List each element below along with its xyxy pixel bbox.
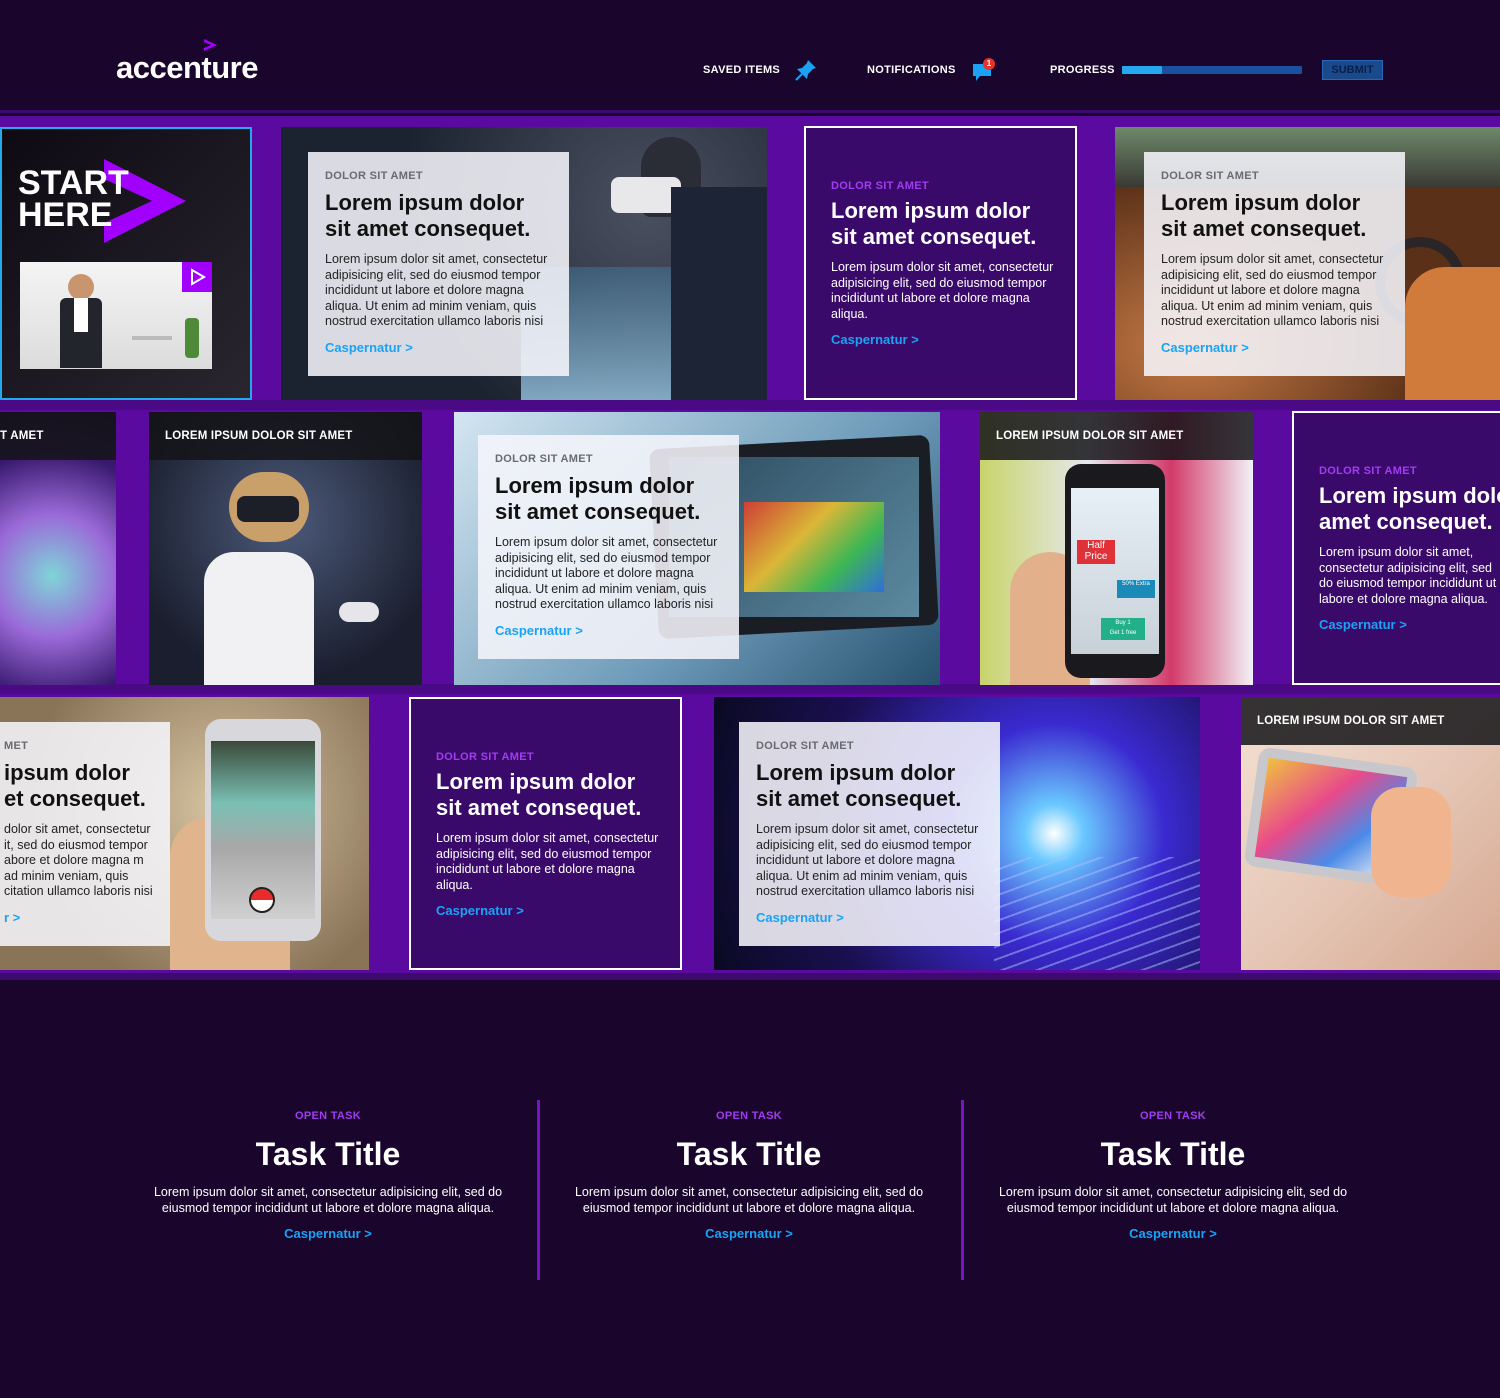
pin-icon[interactable]: [794, 58, 818, 82]
card-kicker: DOLOR SIT AMET: [495, 453, 593, 465]
card-kicker: DOLOR SIT AMET: [325, 170, 423, 182]
bogo-badge: Buy 1 Get 1 free: [1101, 618, 1145, 640]
content-tile-vr-girl[interactable]: LOREM IPSUM DOLOR SIT AMET: [149, 412, 422, 685]
task-link[interactable]: Caspernatur >: [1129, 1226, 1217, 1241]
open-task-card: OPEN TASK Task Title Lorem ipsum dolor s…: [963, 1110, 1383, 1243]
card-link[interactable]: Caspernatur >: [495, 623, 723, 638]
task-title: Task Title: [1100, 1136, 1246, 1172]
tile-label: LOREM IPSUM DOLOR SIT AMET: [1241, 697, 1500, 745]
card-body: dolor sit amet, consectetur it, sed do e…: [4, 822, 153, 898]
card-heading: Lorem ipsum dolor sit amet consequet.: [1161, 190, 1367, 241]
task-link[interactable]: Caspernatur >: [705, 1226, 793, 1241]
content-card: MET ipsum dolor et consequet. dolor sit …: [0, 722, 170, 946]
card-body: Lorem ipsum dolor sit amet, consectetur …: [325, 252, 548, 328]
content-tile-car[interactable]: DOLOR SIT AMET Lorem ipsum dolor sit ame…: [1115, 127, 1500, 400]
content-card: DOLOR SIT AMET Lorem ipsum dolor sit ame…: [739, 722, 1000, 946]
content-tile-dark[interactable]: DOLOR SIT AMET Lorem ipsum dolor sit ame…: [1292, 411, 1500, 685]
card-link[interactable]: Caspernatur >: [436, 903, 660, 918]
smartphone: [205, 719, 321, 941]
card-link[interactable]: Caspernatur >: [756, 910, 984, 925]
notification-badge: 1: [983, 58, 995, 70]
card-heading: Lorem ipsum dolor sit amet consequet.: [325, 190, 531, 241]
task-body: Lorem ipsum dolor sit amet, consectetur …: [153, 1185, 503, 1215]
card-body: Lorem ipsum dolor sit amet, consectetur …: [436, 831, 659, 892]
card-link[interactable]: r >: [4, 910, 154, 925]
ad-text: Price: [1084, 551, 1108, 562]
card-link[interactable]: Caspernatur >: [1319, 617, 1500, 632]
card-body: Lorem ipsum dolor sit amet, consectetur …: [495, 535, 718, 611]
card-body: Lorem ipsum dolor sit amet, consectetur …: [756, 822, 979, 898]
card-heading: Lorem ipsum dolor sit amet consequet.: [1319, 483, 1500, 534]
accenture-chevron-icon: [204, 39, 217, 51]
ad-text: Buy 1: [1115, 620, 1131, 626]
task-kicker: OPEN TASK: [294, 1110, 362, 1122]
card-body: Lorem ipsum dolor sit amet, consectetur …: [1319, 545, 1497, 606]
start-here-tile[interactable]: START HERE: [0, 127, 252, 400]
extra-badge: 50% Extra: [1117, 580, 1155, 598]
content-tile-drawing[interactable]: LOREM IPSUM DOLOR SIT AMET: [1241, 697, 1500, 970]
here-line: HERE: [18, 196, 113, 234]
card-body: Lorem ipsum dolor sit amet, consectetur …: [1161, 252, 1384, 328]
content-tile-ar-tablet[interactable]: DOLOR SIT AMET Lorem ipsum dolor sit ame…: [454, 412, 940, 685]
play-button[interactable]: [182, 262, 212, 292]
content-card: DOLOR SIT AMET Lorem ipsum dolor sit ame…: [308, 152, 569, 376]
progress-bar: [1122, 66, 1302, 74]
play-icon: [191, 268, 206, 286]
task-link[interactable]: Caspernatur >: [284, 1226, 372, 1241]
notifications-label[interactable]: NOTIFICATIONS: [867, 64, 956, 76]
card-link[interactable]: Caspernatur >: [1161, 340, 1389, 355]
content-card: DOLOR SIT AMET Lorem ipsum dolor sit ame…: [1144, 152, 1405, 376]
content-tile-phone-game[interactable]: MET ipsum dolor et consequet. dolor sit …: [0, 697, 369, 970]
board-bottom-edge: [0, 973, 1500, 980]
content-card: DOLOR SIT AMET Lorem ipsum dolor sit ame…: [478, 435, 739, 659]
ad-text: Half: [1087, 540, 1105, 551]
accenture-logo[interactable]: accenture: [116, 50, 258, 86]
row-divider: [0, 400, 1500, 410]
submit-button[interactable]: SUBMIT: [1322, 60, 1383, 80]
app-header: accenture SAVED ITEMS NOTIFICATIONS 1 PR…: [0, 0, 1500, 113]
card-kicker: DOLOR SIT AMET: [436, 751, 534, 763]
open-task-card: OPEN TASK Task Title Lorem ipsum dolor s…: [118, 1110, 538, 1243]
task-title: Task Title: [255, 1136, 401, 1172]
card-kicker: DOLOR SIT AMET: [831, 180, 929, 192]
tile-label: LOREM IPSUM DOLOR SIT AMET: [149, 412, 422, 460]
card-heading: Lorem ipsum dolor sit amet consequet.: [756, 760, 962, 811]
content-tile-vr-lab[interactable]: DOLOR SIT AMET Lorem ipsum dolor sit ame…: [281, 127, 767, 400]
saved-items-label[interactable]: SAVED ITEMS: [703, 64, 780, 76]
card-heading: Lorem ipsum dolor sit amet consequet.: [831, 198, 1037, 249]
open-task-card: OPEN TASK Task Title Lorem ipsum dolor s…: [539, 1110, 959, 1243]
task-body: Lorem ipsum dolor sit amet, consectetur …: [998, 1185, 1348, 1215]
card-kicker: DOLOR SIT AMET: [756, 740, 854, 752]
content-tile-speed[interactable]: DOLOR SIT AMET Lorem ipsum dolor sit ame…: [714, 697, 1200, 970]
content-tile-gradient[interactable]: T AMET: [0, 412, 116, 685]
start-line: START: [18, 164, 129, 202]
card-heading: Lorem ipsum dolor sit amet consequet.: [436, 769, 642, 820]
card-kicker: DOLOR SIT AMET: [1319, 465, 1417, 477]
progress-fill: [1122, 66, 1162, 74]
task-title: Task Title: [676, 1136, 822, 1172]
card-kicker: DOLOR SIT AMET: [1161, 170, 1259, 182]
card-link[interactable]: Caspernatur >: [831, 332, 1055, 347]
card-link[interactable]: Caspernatur >: [325, 340, 553, 355]
row-divider: [0, 684, 1500, 694]
smartphone: Half Price 50% Extra Buy 1 Get 1 free: [1065, 464, 1165, 678]
content-tile-dark[interactable]: DOLOR SIT AMET Lorem ipsum dolor sit ame…: [409, 697, 682, 970]
card-body: Lorem ipsum dolor sit amet, consectetur …: [831, 260, 1054, 321]
task-body: Lorem ipsum dolor sit amet, consectetur …: [574, 1185, 924, 1215]
progress-label: PROGRESS: [1050, 64, 1115, 76]
task-kicker: OPEN TASK: [1139, 1110, 1207, 1122]
card-kicker: MET: [4, 740, 29, 752]
content-tile-dark[interactable]: DOLOR SIT AMET Lorem ipsum dolor sit ame…: [804, 126, 1077, 400]
tile-label: T AMET: [0, 412, 116, 460]
ad-text: Get 1 free: [1109, 630, 1137, 636]
card-heading: Lorem ipsum dolor sit amet consequet.: [495, 473, 701, 524]
card-heading: ipsum dolor et consequet.: [4, 760, 146, 811]
intro-video-thumbnail[interactable]: [20, 262, 212, 369]
task-kicker: OPEN TASK: [715, 1110, 783, 1122]
content-tile-shopping-ar[interactable]: Half Price 50% Extra Buy 1 Get 1 free LO…: [980, 412, 1253, 685]
half-price-badge: Half Price: [1077, 540, 1115, 564]
tile-label: LOREM IPSUM DOLOR SIT AMET: [980, 412, 1253, 460]
